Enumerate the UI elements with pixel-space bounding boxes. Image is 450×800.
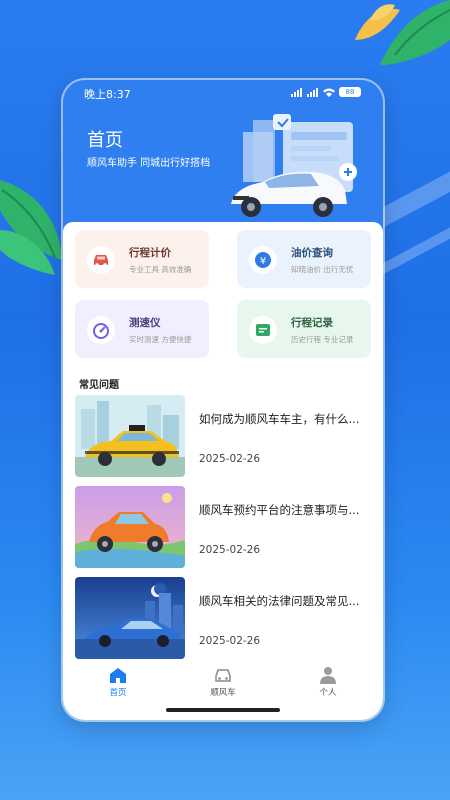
faq-title: 如何成为顺风车车主，有什么... — [199, 412, 360, 426]
phone-frame: 晚上8:37 88 首页 顺风车助手 同城出行好搭档 行程计价 专业工具 高效准… — [63, 80, 383, 720]
car-illustration-icon — [231, 114, 357, 217]
tile-description: 专业工具 高效准确 — [129, 265, 192, 274]
record-icon — [249, 316, 277, 344]
faq-item[interactable]: 顺风车相关的法律问题及常见... 2025-02-26 — [75, 577, 375, 659]
tile-description: 实时测速 方便快捷 — [129, 335, 192, 344]
status-icons: 88 — [291, 87, 361, 97]
faq-heading: 常见问题 — [79, 380, 119, 391]
orange-car-image — [75, 486, 185, 568]
tile-speedometer[interactable]: 测速仪 实时测速 方便快捷 — [75, 300, 209, 358]
tab-rideshare[interactable]: 顺风车 — [183, 666, 263, 698]
tab-label: 个人 — [319, 688, 337, 698]
faq-title: 顺风车相关的法律问题及常见... — [199, 594, 360, 608]
faq-date: 2025-02-26 — [199, 635, 261, 647]
tile-fuel-price[interactable]: ¥ 油价查询 知晓油价 出行无忧 — [237, 230, 371, 288]
battery-icon: 88 — [339, 87, 361, 97]
car-icon — [215, 669, 231, 682]
tab-label: 顺风车 — [210, 688, 236, 698]
faq-item[interactable]: 顺风车预约平台的注意事项与... 2025-02-26 — [75, 486, 375, 568]
tile-description: 知晓油价 出行无忧 — [291, 265, 354, 274]
faq-date: 2025-02-26 — [199, 544, 261, 556]
feature-tiles: 行程计价 专业工具 高效准确 ¥ 油价查询 知晓油价 出行无忧 测速仪 实时测速… — [75, 230, 371, 360]
speedometer-icon — [87, 316, 115, 344]
faq-date: 2025-02-26 — [199, 453, 261, 465]
user-icon — [320, 667, 336, 684]
wifi-icon — [323, 88, 335, 97]
status-time: 晚上8:37 — [84, 88, 131, 101]
faq-item[interactable]: 如何成为顺风车车主，有什么... 2025-02-26 — [75, 395, 375, 477]
signal-icon — [291, 87, 303, 97]
tab-label: 首页 — [109, 688, 127, 698]
home-indicator[interactable] — [166, 708, 280, 712]
page-title: 首页 — [87, 130, 123, 151]
svg-text:¥: ¥ — [260, 256, 266, 267]
tile-label: 行程计价 — [129, 247, 171, 259]
car-icon — [87, 246, 115, 274]
tile-trip-pricing[interactable]: 行程计价 专业工具 高效准确 — [75, 230, 209, 288]
leaf-decoration-icon — [355, 0, 450, 65]
home-icon — [110, 668, 126, 683]
tab-home[interactable]: 首页 — [78, 666, 158, 698]
page-subtitle: 顺风车助手 同城出行好搭档 — [87, 158, 211, 169]
blue-car-image — [75, 577, 185, 659]
taxi-image — [75, 395, 185, 477]
tab-profile[interactable]: 个人 — [288, 666, 368, 698]
tile-description: 历史行程 专业记录 — [291, 335, 354, 344]
faq-title: 顺风车预约平台的注意事项与... — [199, 503, 360, 517]
tile-label: 行程记录 — [291, 317, 333, 329]
tile-label: 油价查询 — [291, 247, 333, 259]
status-bar: 晚上8:37 88 — [63, 80, 383, 102]
main-content: 行程计价 专业工具 高效准确 ¥ 油价查询 知晓油价 出行无忧 测速仪 实时测速… — [63, 222, 383, 682]
fuel-price-icon: ¥ — [249, 246, 277, 274]
tile-trip-records[interactable]: 行程记录 历史行程 专业记录 — [237, 300, 371, 358]
leaf-decoration-icon — [0, 180, 62, 275]
signal-icon — [307, 87, 319, 97]
tile-label: 测速仪 — [129, 317, 161, 329]
